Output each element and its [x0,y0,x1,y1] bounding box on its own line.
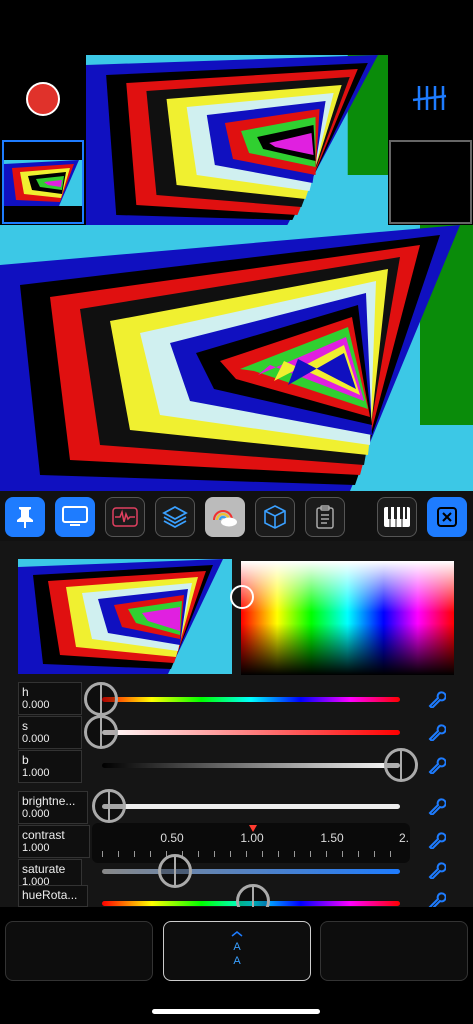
wrench-icon[interactable] [428,756,446,774]
slider-b-track[interactable] [102,763,400,768]
chevron-up-icon [231,931,243,937]
ruler-ticks [102,851,400,857]
wrench-icon[interactable] [428,861,446,879]
slider-saturate-track[interactable] [102,869,400,874]
pin-icon [17,507,33,528]
bottom-bar: A A [0,907,473,1024]
slider-saturate-knob[interactable] [158,854,192,888]
ruler-label: 1.00 [240,831,264,845]
cube-icon [264,505,286,529]
slider-label-s: s 0.000 [18,716,82,749]
slider-value: 0.000 [22,699,50,711]
slider-s-knob[interactable] [84,715,118,749]
waveform-button[interactable] [105,497,145,537]
close-panel-button[interactable] [427,497,467,537]
wrench-icon[interactable] [428,831,446,849]
close-box-icon [437,507,457,527]
slider-value: 0.000 [22,808,50,820]
slider-name: hueRota... [22,888,78,902]
home-indicator [152,1009,320,1014]
contrast-ruler[interactable]: 0.50 1.00 1.50 2. [92,823,410,863]
bottom-button-center[interactable]: A A [163,921,311,981]
layers-button[interactable] [155,497,195,537]
slider-name: saturate [22,862,66,876]
color-adjust-button[interactable] [205,497,245,537]
slider-brightness-knob[interactable] [92,789,126,823]
clipboard-button[interactable] [305,497,345,537]
toolbar [0,491,473,541]
slider-value: 0.000 [22,733,50,745]
slider-name: b [22,753,29,767]
bottom-button-right[interactable] [320,921,468,981]
layers-icon [162,505,188,529]
ruler-label: 1.50 [320,831,344,845]
color-adjust-panel: h 0.000 s 0.000 b 1.000 brightne... 0.00… [0,541,473,918]
color-picker-handle[interactable] [230,585,254,609]
ruler-label: 2. [398,831,410,845]
slider-name: contrast [22,828,65,842]
slider-b-knob[interactable] [384,748,418,782]
slider-name: h [22,685,29,699]
slider-h-knob[interactable] [84,682,118,716]
record-button[interactable] [26,82,60,116]
main-render-view[interactable] [0,225,473,491]
thumbnail-left[interactable] [2,140,84,224]
slider-label-b: b 1.000 [18,750,82,783]
slider-s-track[interactable] [102,730,400,735]
ruler-label: 0.50 [160,831,184,845]
waveform-icon [112,507,138,527]
monitor-button[interactable] [55,497,95,537]
color-preview-image [18,559,232,674]
rainbow-cloud-icon [213,510,237,527]
slider-label-h: h 0.000 [18,682,82,715]
piano-keys-icon [384,507,410,527]
center-label-1: A [233,941,241,953]
tally-marks-icon[interactable] [411,84,447,112]
slider-name: brightne... [22,794,76,808]
slider-value: 1.000 [22,842,50,854]
thumbnail-right[interactable] [389,140,472,224]
wrench-icon[interactable] [428,723,446,741]
slider-label-huerotate: hueRota... [18,885,88,907]
color-picker-field[interactable] [241,561,454,675]
slider-value: 1.000 [22,767,50,779]
piano-button[interactable] [377,497,417,537]
slider-label-contrast: contrast 1.000 [18,825,90,858]
slider-name: s [22,719,28,733]
bottom-button-left[interactable] [5,921,153,981]
pin-button[interactable] [5,497,45,537]
slider-brightness-track[interactable] [102,804,400,809]
cube-button[interactable] [255,497,295,537]
slider-h-track[interactable] [102,697,400,702]
top-preview-image[interactable] [86,55,388,225]
clipboard-icon [316,505,334,529]
monitor-icon [62,506,88,526]
center-label-2: A [233,955,241,967]
wrench-icon[interactable] [428,797,446,815]
slider-label-brightness: brightne... 0.000 [18,791,88,824]
wrench-icon[interactable] [428,690,446,708]
